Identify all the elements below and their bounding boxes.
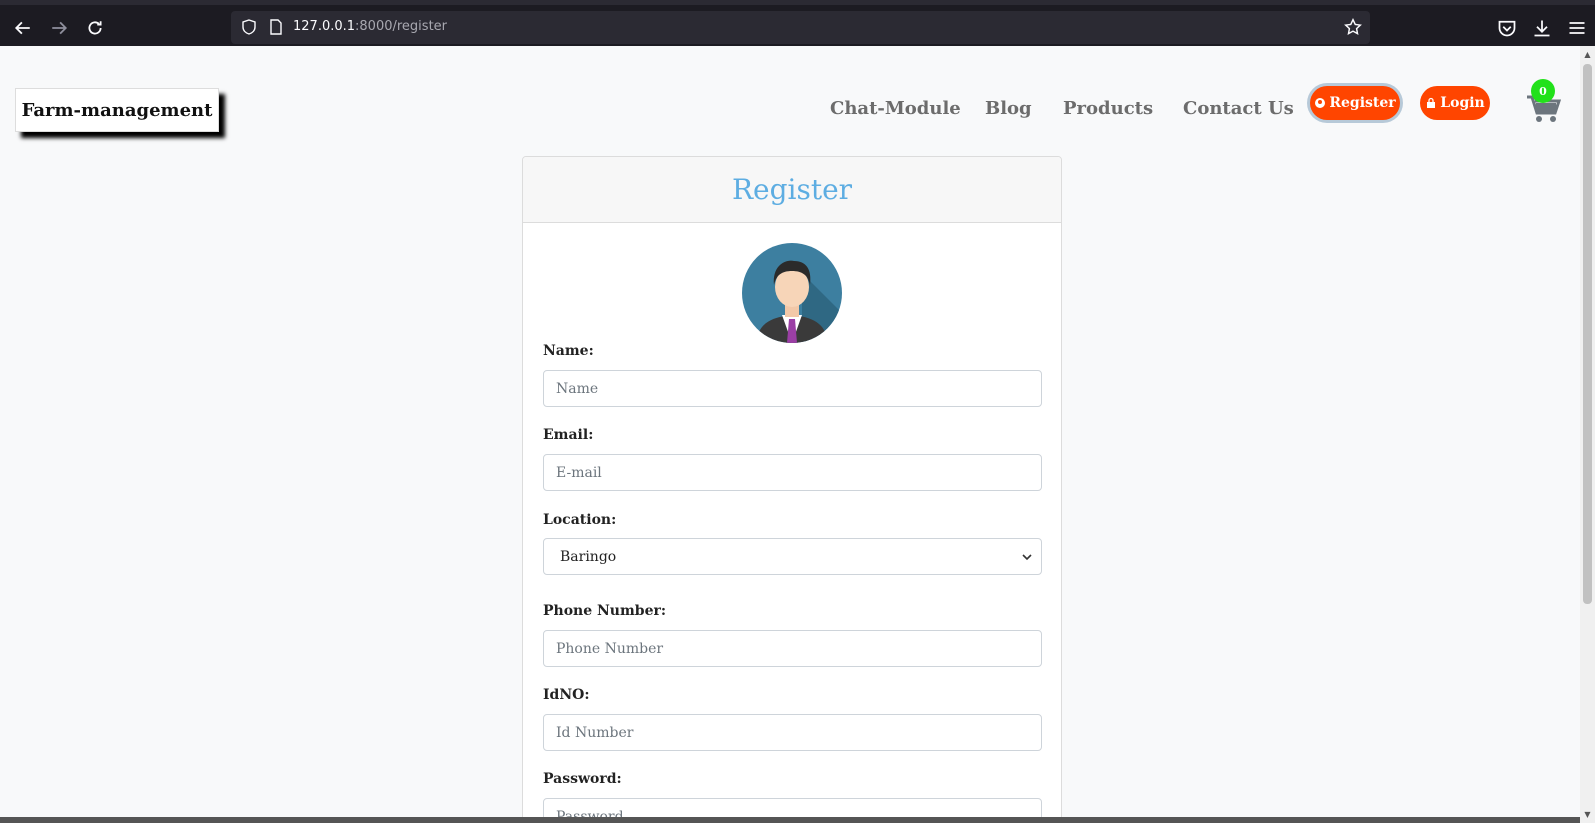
reload-button[interactable] xyxy=(80,13,110,43)
location-label: Location: xyxy=(543,512,617,528)
avatar-icon xyxy=(742,243,842,343)
location-selected-value: Baringo xyxy=(560,548,617,565)
scroll-up-icon[interactable]: ▲ xyxy=(1583,50,1592,59)
email-label: Email: xyxy=(543,427,594,443)
back-button[interactable] xyxy=(8,13,38,43)
phone-input[interactable] xyxy=(543,630,1042,667)
cart-count-badge: 0 xyxy=(1531,79,1555,103)
nav-link-products[interactable]: Products xyxy=(1063,98,1153,119)
page-title: Register xyxy=(731,173,853,206)
location-select[interactable]: Baringo xyxy=(543,538,1042,575)
window-bottom-edge xyxy=(0,817,1580,823)
scroll-thumb[interactable] xyxy=(1583,64,1592,604)
bookmark-star-icon[interactable] xyxy=(1344,18,1362,36)
register-label: Register xyxy=(1329,95,1396,111)
register-card: Register Name: Email: Location: Baringo … xyxy=(522,156,1062,823)
email-input[interactable] xyxy=(543,454,1042,491)
chevron-down-icon xyxy=(1022,553,1032,560)
nav-link-contact-us[interactable]: Contact Us xyxy=(1183,98,1294,119)
url-text: 127.0.0.1:8000/register xyxy=(293,19,448,34)
name-label: Name: xyxy=(543,343,594,359)
nav-link-blog[interactable]: Blog xyxy=(985,98,1032,119)
arrow-left-icon xyxy=(14,21,30,35)
name-input[interactable] xyxy=(543,370,1042,407)
browser-toolbar: 127.0.0.1:8000/register xyxy=(0,0,1595,46)
page-icon xyxy=(270,19,282,35)
idno-label: IdNO: xyxy=(543,687,590,703)
nav-link-chat-module[interactable]: Chat-Module xyxy=(830,98,961,119)
download-icon[interactable] xyxy=(1532,18,1552,38)
site-navbar: Farm-management Chat-Module Blog Product… xyxy=(0,46,1580,152)
login-label: Login xyxy=(1440,95,1485,111)
register-button[interactable]: Register xyxy=(1310,86,1400,120)
phone-label: Phone Number: xyxy=(543,603,667,619)
reload-icon xyxy=(88,21,102,35)
lock-icon xyxy=(1427,97,1436,108)
page-scrollbar[interactable]: ▲ ▼ xyxy=(1580,46,1595,823)
password-label: Password: xyxy=(543,771,622,787)
arrow-right-icon xyxy=(52,21,68,35)
forward-button[interactable] xyxy=(44,13,74,43)
card-header: Register xyxy=(523,157,1061,223)
login-button[interactable]: Login xyxy=(1420,86,1490,120)
pocket-icon[interactable] xyxy=(1497,18,1517,38)
shield-icon xyxy=(242,19,256,35)
scroll-down-icon[interactable]: ▼ xyxy=(1583,810,1592,819)
idno-input[interactable] xyxy=(543,714,1042,751)
address-bar[interactable]: 127.0.0.1:8000/register xyxy=(231,11,1370,44)
menu-icon[interactable] xyxy=(1567,18,1587,38)
brand-logo[interactable]: Farm-management xyxy=(15,88,219,132)
user-icon xyxy=(1315,98,1326,108)
